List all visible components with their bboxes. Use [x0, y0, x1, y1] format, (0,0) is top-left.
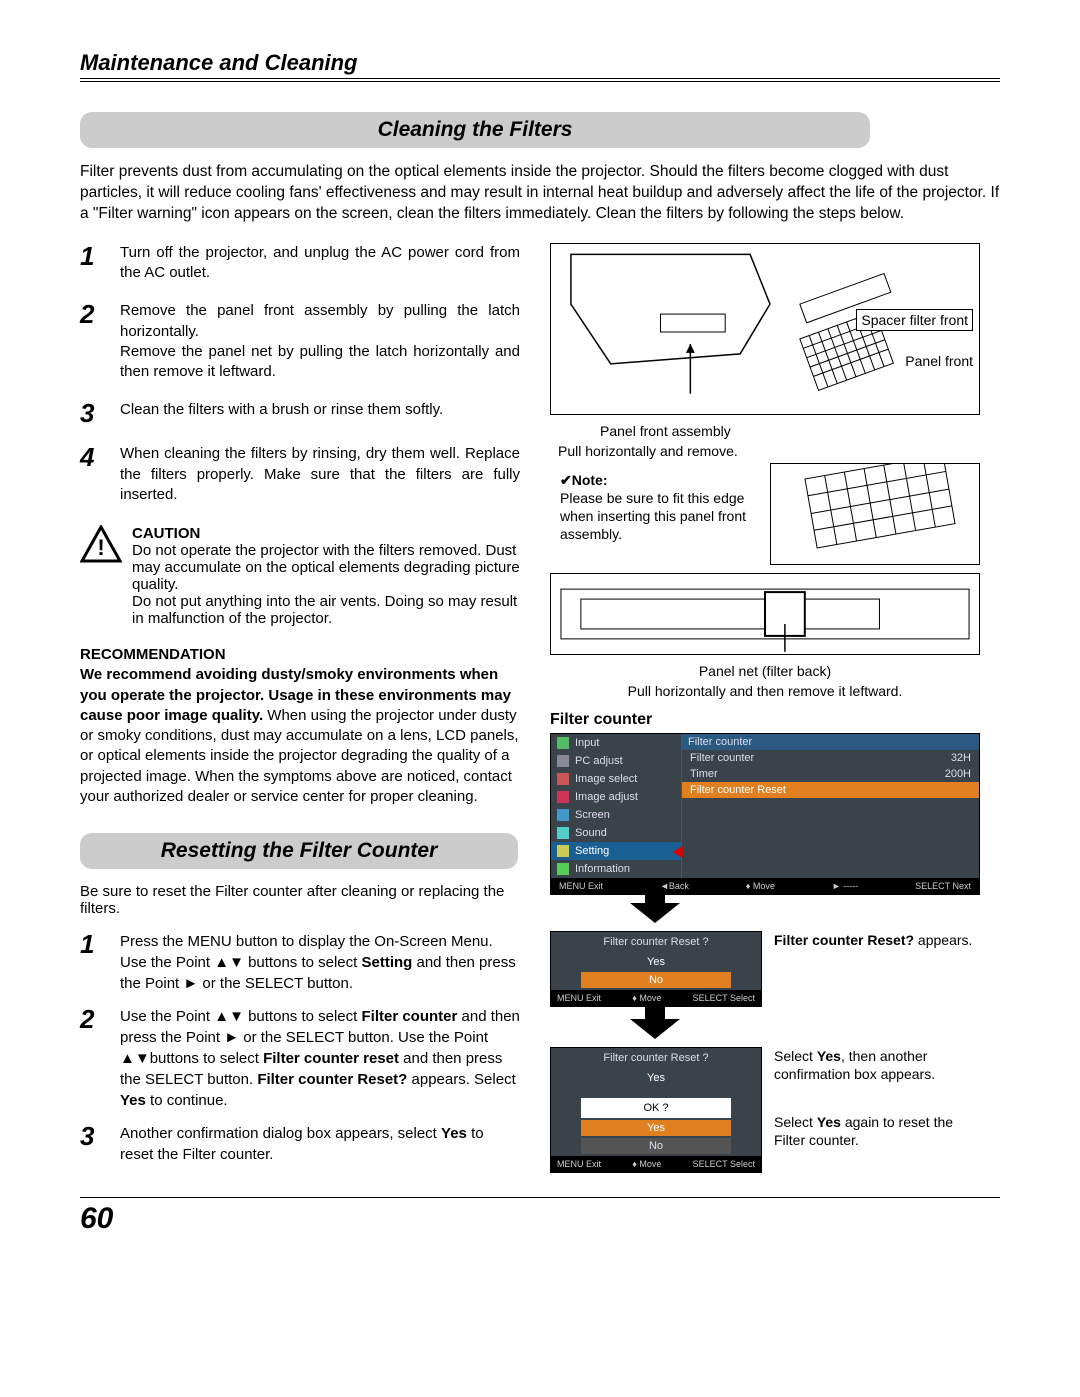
- dialog1-footer-move: ♦ Move: [632, 993, 661, 1003]
- reset-step-2-number: 2: [80, 1006, 120, 1111]
- menu-item-input: Input: [551, 734, 681, 752]
- dialog-filter-counter-reset-1: Filter counter Reset ? Yes No MENU Exit …: [550, 931, 762, 1007]
- label-panel-front: Panel front: [905, 354, 973, 369]
- arrow-down-icon: [630, 903, 680, 923]
- step-3-text: Clean the filters with a brush or rinse …: [120, 400, 520, 426]
- step-4-text: When cleaning the filters by rinsing, dr…: [120, 444, 520, 505]
- step-2a-text: Remove the panel front assembly by pulli…: [120, 302, 520, 339]
- illustration-filter-grid: [770, 463, 980, 565]
- annot2-yes: Yes: [817, 1048, 841, 1064]
- dialog1-no: No: [581, 972, 731, 988]
- step-2-number: 2: [80, 301, 120, 382]
- recommendation-title: RECOMMENDATION: [80, 645, 520, 665]
- label-spacer-filter-front: Spacer filter front: [856, 309, 973, 331]
- reset-2-fcr: Filter counter reset: [263, 1050, 399, 1067]
- dialog2-title: Filter counter Reset ?: [551, 1048, 761, 1068]
- section-resetting-filter-counter: Resetting the Filter Counter: [80, 833, 518, 869]
- dialog1-footer-exit: MENU Exit: [557, 993, 601, 1003]
- dialog2-footer-exit: MENU Exit: [557, 1159, 601, 1169]
- step-4-number: 4: [80, 444, 120, 505]
- menu-item-pc-adjust: PC adjust: [551, 752, 681, 770]
- menu-item-sound: Sound: [551, 824, 681, 842]
- svg-text:!: !: [97, 535, 104, 560]
- dialog2-yes2: Yes: [581, 1120, 731, 1136]
- annot2-a: Select: [774, 1048, 817, 1064]
- reset-2-yes: Yes: [120, 1092, 146, 1109]
- arrow-down-icon: [630, 1019, 680, 1039]
- reset-3a: Another confirmation dialog box appears,…: [120, 1125, 441, 1142]
- illustration-panel-assembly: Spacer filter front Panel front: [550, 243, 980, 415]
- note-title: ✔Note:: [560, 472, 608, 488]
- menu-screenshot: Input PC adjust Image select Image adjus…: [550, 733, 980, 895]
- reset-step-1-number: 1: [80, 931, 120, 994]
- filter-counter-title: Filter counter: [550, 711, 980, 729]
- annot1-text: appears.: [914, 932, 972, 948]
- note-body: Please be sure to fit this edge when ins…: [560, 490, 746, 542]
- reset-2-q: Filter counter Reset?: [257, 1071, 407, 1088]
- reset-2d: appears. Select: [407, 1071, 515, 1088]
- dialog1-title: Filter counter Reset ?: [551, 932, 761, 952]
- menu-footer-exit: MENU Exit: [557, 881, 605, 891]
- step-3-number: 3: [80, 400, 120, 426]
- menu-row-filter-counter-reset: Filter counter Reset: [682, 782, 979, 798]
- dialog2-no2: No: [581, 1138, 731, 1154]
- intro-paragraph: Filter prevents dust from accumulating o…: [80, 162, 1000, 225]
- menu-item-setting: Setting: [551, 842, 681, 860]
- dialog-filter-counter-reset-2: Filter counter Reset ? Yes OK ? Yes No M…: [550, 1047, 762, 1173]
- annot1-bold: Filter counter Reset?: [774, 932, 914, 948]
- section-cleaning-filters: Cleaning the Filters: [80, 112, 870, 148]
- dialog1-footer-select: SELECT Select: [693, 993, 755, 1003]
- dialog1-yes: Yes: [581, 954, 731, 970]
- label-pull-remove: Pull horizontally and remove.: [550, 443, 980, 459]
- caution-p2: Do not put anything into the air vents. …: [132, 593, 520, 627]
- menu-footer-dash: ► -----: [830, 881, 860, 891]
- caution-icon: !: [80, 525, 122, 627]
- reset-2a: Use the Point ▲▼ buttons to select: [120, 1008, 361, 1025]
- label-panel-front-assembly: Panel front assembly: [550, 423, 980, 439]
- illustration-panel-net: [550, 573, 980, 655]
- menu-right-header: Filter counter: [682, 734, 979, 750]
- step-2b-text: Remove the panel net by pulling the latc…: [120, 343, 520, 380]
- annot3-yes: Yes: [817, 1114, 841, 1130]
- reset-step-3-number: 3: [80, 1123, 120, 1165]
- menu-footer-move: ♦ Move: [744, 881, 777, 891]
- reset-intro: Be sure to reset the Filter counter afte…: [80, 883, 520, 917]
- step-1-text: Turn off the projector, and unplug the A…: [120, 243, 520, 284]
- menu-item-image-select: Image select: [551, 770, 681, 788]
- caution-p1: Do not operate the projector with the fi…: [132, 542, 520, 593]
- menu-item-image-adjust: Image adjust: [551, 788, 681, 806]
- dialog2-footer-select: SELECT Select: [693, 1159, 755, 1169]
- label-panel-net: Panel net (filter back): [550, 663, 980, 679]
- dialog2-ok: OK ?: [581, 1098, 731, 1118]
- chapter-title: Maintenance and Cleaning: [80, 50, 1000, 82]
- reset-2-fc: Filter counter: [361, 1008, 457, 1025]
- menu-item-screen: Screen: [551, 806, 681, 824]
- menu-item-information: Information: [551, 860, 681, 878]
- page-number: 60: [80, 1197, 1000, 1236]
- reset-1-setting: Setting: [361, 954, 412, 971]
- caution-title: CAUTION: [132, 525, 520, 542]
- label-pull-leftward: Pull horizontally and then remove it lef…: [550, 683, 980, 699]
- dialog2-footer-move: ♦ Move: [632, 1159, 661, 1169]
- reset-2e: to continue.: [146, 1092, 228, 1109]
- dialog2-yes: Yes: [581, 1070, 731, 1086]
- reset-3-yes: Yes: [441, 1125, 467, 1142]
- annot3-a: Select: [774, 1114, 817, 1130]
- menu-row-filter-counter: Filter counter32H: [682, 750, 979, 766]
- menu-footer-next: SELECT Next: [913, 881, 973, 891]
- menu-row-timer: Timer200H: [682, 766, 979, 782]
- step-1-number: 1: [80, 243, 120, 284]
